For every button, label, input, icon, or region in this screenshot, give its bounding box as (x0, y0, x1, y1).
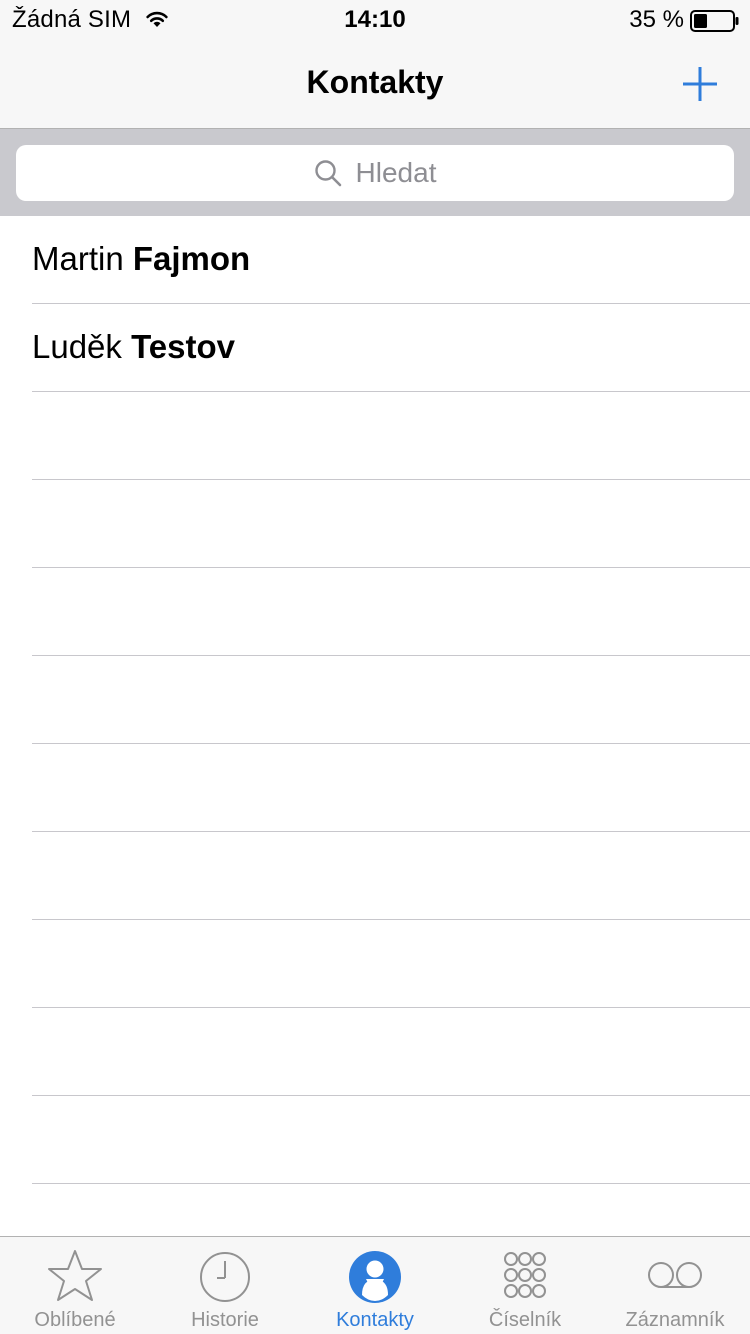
star-icon (48, 1250, 102, 1301)
keypad-icon (504, 1252, 546, 1298)
add-contact-button[interactable] (670, 56, 730, 112)
battery-percent: 35 % (629, 6, 684, 33)
empty-row (0, 480, 750, 568)
tab-label: Číselník (488, 1309, 562, 1331)
empty-row (0, 832, 750, 920)
tab-favorites[interactable]: Oblíbené (0, 1237, 150, 1334)
contact-last-name: Fajmon (132, 240, 251, 277)
voicemail-icon (648, 1262, 702, 1288)
search-bar: Hledat (0, 128, 750, 216)
contact-list: Martin Fajmon Luděk Testov (0, 216, 750, 1184)
empty-row (0, 920, 750, 1008)
tab-keypad[interactable]: Číselník (450, 1237, 600, 1334)
plus-icon (683, 67, 717, 101)
search-input[interactable]: Hledat (16, 145, 734, 201)
contacts-screen: Žádná SIM 14:10 35 % Kontakty Hledat Mar… (0, 0, 750, 1334)
contact-row[interactable]: Luděk Testov (0, 304, 750, 392)
search-icon (314, 160, 341, 187)
tab-label: Oblíbené (34, 1309, 116, 1331)
contact-row[interactable]: Martin Fajmon (0, 216, 750, 304)
contact-first-name: Luděk (32, 328, 122, 365)
tab-history[interactable]: Historie (150, 1237, 300, 1334)
tab-contacts[interactable]: Kontakty (300, 1237, 450, 1334)
empty-row (0, 656, 750, 744)
empty-row (0, 568, 750, 656)
contact-icon (349, 1251, 401, 1303)
battery-icon (690, 10, 739, 32)
page-title: Kontakty (306, 64, 444, 100)
search-placeholder: Hledat (355, 157, 437, 188)
tab-label: Kontakty (336, 1309, 414, 1331)
contact-name: Luděk Testov (32, 328, 235, 366)
contact-name: Martin Fajmon (32, 240, 250, 278)
tab-label: Záznamník (625, 1309, 725, 1331)
empty-row (0, 1096, 750, 1184)
contact-last-name: Testov (131, 328, 236, 365)
contact-first-name: Martin (32, 240, 124, 277)
empty-row (0, 744, 750, 832)
tab-voicemail[interactable]: Záznamník (600, 1237, 750, 1334)
tab-label: Historie (191, 1309, 259, 1331)
empty-row (0, 392, 750, 480)
empty-row (0, 1008, 750, 1096)
navigation-bar: Kontakty (0, 40, 750, 128)
clock-icon (200, 1252, 250, 1302)
tab-bar: Oblíbené Historie Kontakty Číselník Zázn… (0, 1236, 750, 1334)
status-bar: Žádná SIM 14:10 35 % (0, 0, 750, 40)
